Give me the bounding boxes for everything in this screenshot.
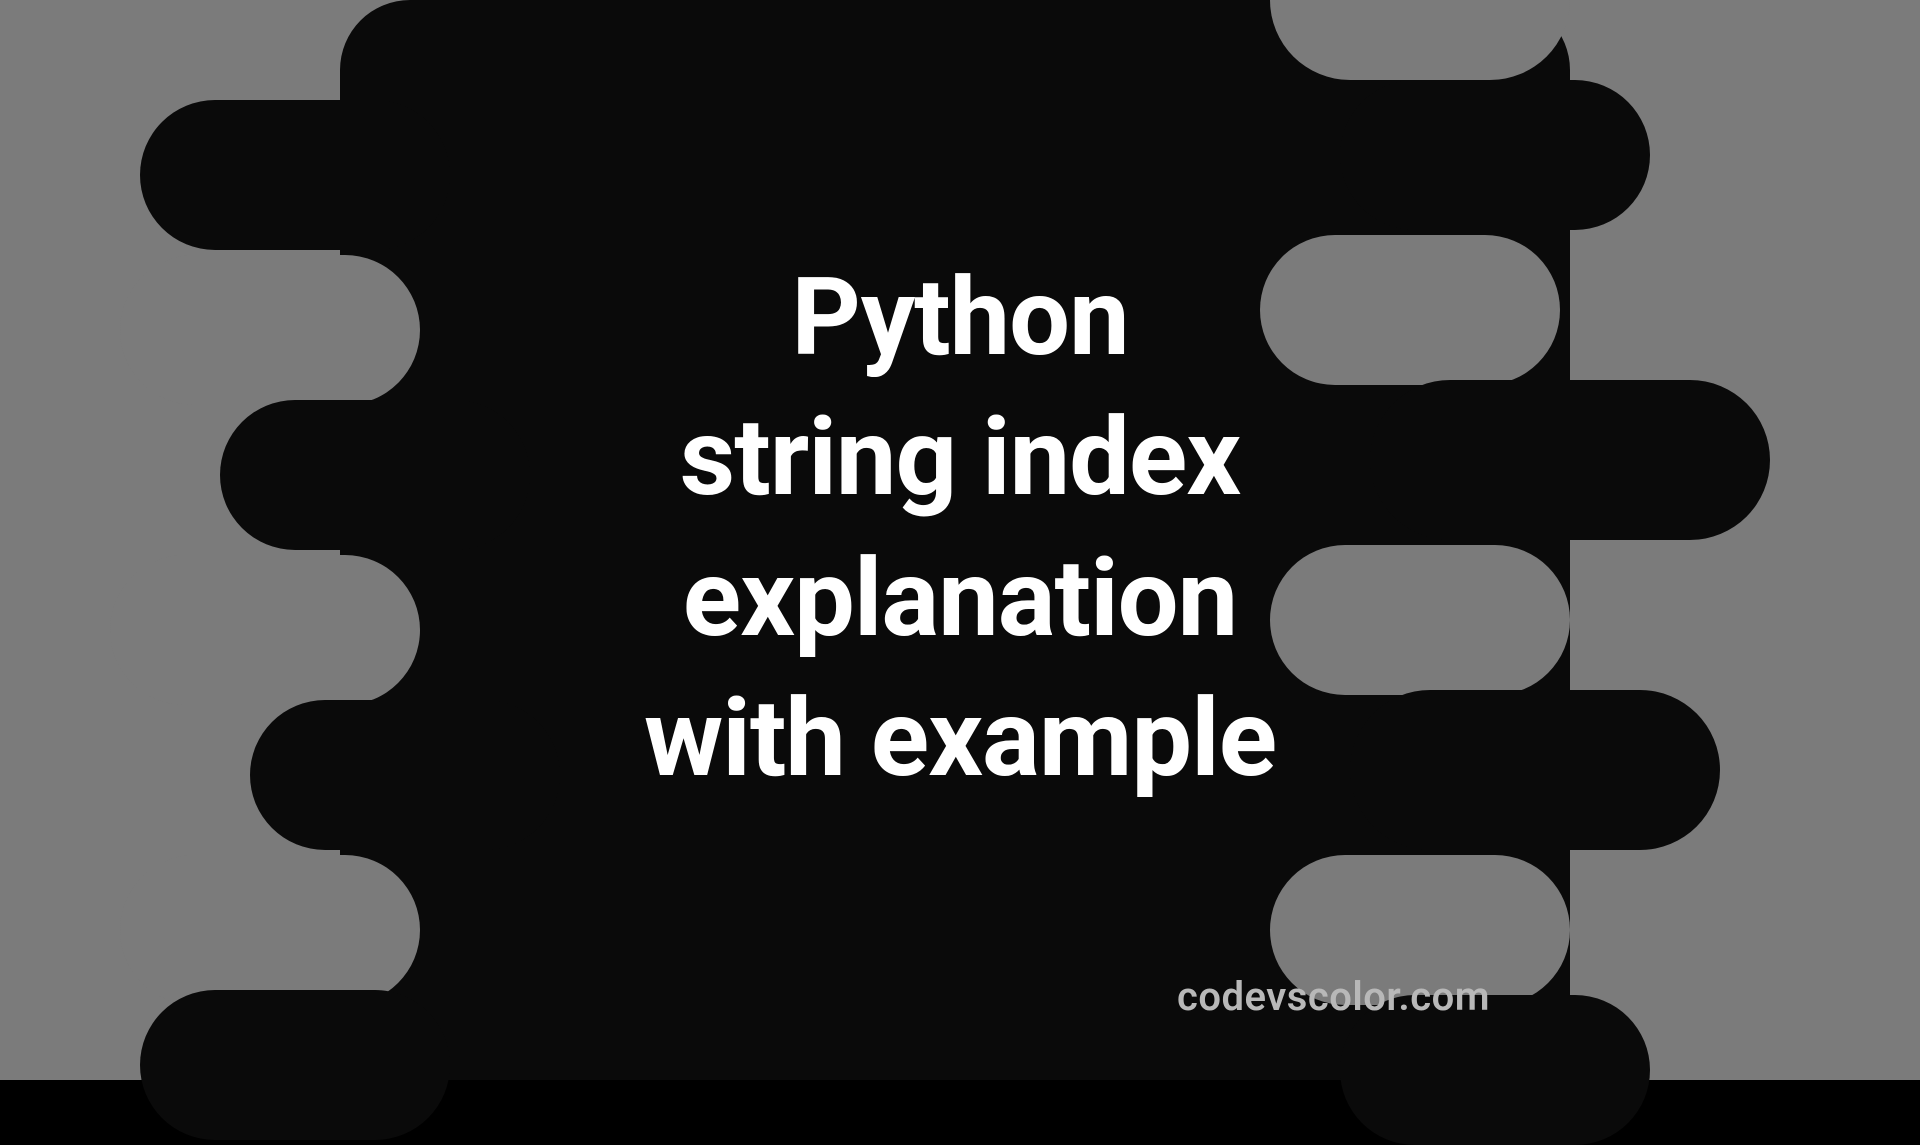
blob-shape: Python string index explanation with exa… [0, 0, 1920, 1080]
banner-frame: Python string index explanation with exa… [0, 0, 1920, 1080]
banner-title: Python string index explanation with exa… [644, 248, 1276, 810]
watermark-text: codevscolor.com [1177, 973, 1490, 1020]
